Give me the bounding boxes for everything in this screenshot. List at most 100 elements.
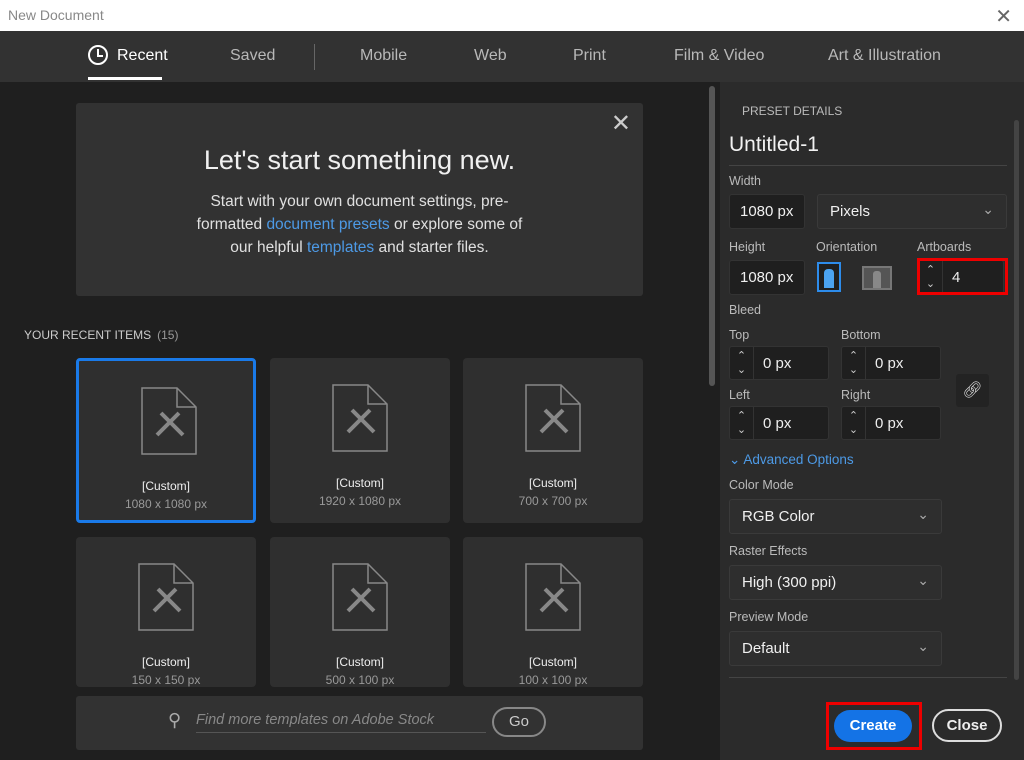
recent-item-card[interactable]: [Custom] 500 x 100 px [270, 537, 450, 687]
banner-title: Let's start something new. [203, 145, 516, 175]
recent-item-card[interactable]: [Custom] 1920 x 1080 px [270, 358, 450, 523]
units-value: Pixels [830, 203, 871, 220]
text: and starter files. [374, 239, 489, 256]
bleed-label: Bleed [729, 303, 761, 317]
chevron-down-icon: ⌄ [917, 506, 929, 522]
tab-print[interactable]: Print [573, 47, 606, 65]
preview-mode-dropdown[interactable]: Default ⌄ [729, 631, 942, 666]
banner-text: Start with your own document settings, p… [190, 190, 530, 259]
bleed-left-stepper[interactable]: ⌃ ⌄ 0 px [729, 406, 829, 440]
banner-close-button[interactable]: ✕ [611, 109, 631, 138]
item-size: 100 x 100 px [518, 673, 588, 687]
preset-details-panel: PRESET DETAILS Untitled-1 Width 1080 px … [720, 82, 1024, 760]
category-tabs: Recent Saved Mobile Web Print Film & Vid… [0, 31, 1024, 82]
recent-item-card[interactable]: [Custom] 150 x 150 px [76, 537, 256, 687]
item-name: [Custom] [528, 476, 577, 490]
item-size: 500 x 100 px [325, 673, 395, 687]
portrait-orientation-button[interactable] [817, 262, 841, 292]
color-mode-value: RGB Color [742, 508, 815, 525]
recent-item-card[interactable]: [Custom] 100 x 100 px [463, 537, 643, 687]
item-size: 1920 x 1080 px [318, 494, 402, 508]
bleed-top-stepper[interactable]: ⌃ ⌄ 0 px [729, 346, 829, 380]
link-bleed-button[interactable]: 🔗︎ [956, 374, 989, 407]
tab-divider [314, 44, 315, 70]
search-icon: ⚲ [168, 710, 182, 730]
left-label: Left [729, 388, 750, 402]
top-label: Top [729, 328, 750, 342]
tab-web[interactable]: Web [474, 47, 507, 65]
templates-link[interactable]: templates [307, 239, 374, 256]
bleed-top-value[interactable]: 0 px [763, 355, 791, 372]
item-size: 1080 x 1080 px [124, 497, 208, 511]
raster-effects-dropdown[interactable]: High (300 ppi) ⌄ [729, 565, 942, 600]
recent-item-card[interactable]: [Custom] 1080 x 1080 px [76, 358, 256, 523]
title-bar: New Document [0, 0, 1024, 31]
create-highlight [826, 702, 922, 750]
preview-mode-value: Default [742, 640, 790, 657]
document-icon [332, 384, 388, 452]
document-presets-link[interactable]: document presets [266, 216, 389, 233]
item-name: [Custom] [335, 655, 384, 669]
item-name: [Custom] [528, 655, 577, 669]
raster-effects-value: High (300 ppi) [742, 574, 837, 591]
bleed-right-stepper[interactable]: ⌃ ⌄ 0 px [841, 406, 941, 440]
bleed-left-value[interactable]: 0 px [763, 415, 791, 432]
item-name: [Custom] [141, 479, 190, 493]
stepper-arrows[interactable]: ⌃ ⌄ [842, 347, 866, 379]
welcome-banner: ✕ Let's start something new. Start with … [76, 103, 643, 296]
stepper-arrows[interactable]: ⌃ ⌄ [730, 407, 754, 439]
orientation-label: Orientation [816, 240, 878, 254]
right-label: Right [841, 388, 871, 402]
height-input[interactable]: 1080 px [729, 260, 805, 295]
bleed-right-value[interactable]: 0 px [875, 415, 903, 432]
artboards-label: Artboards [917, 240, 972, 254]
recent-items-heading: YOUR RECENT ITEMS (15) [24, 328, 178, 342]
bleed-bottom-stepper[interactable]: ⌃ ⌄ 0 px [841, 346, 941, 380]
item-name: [Custom] [141, 655, 190, 669]
link-icon: 🔗︎ [962, 382, 983, 399]
document-name-input[interactable]: Untitled-1 [729, 133, 1007, 166]
chevron-down-icon: ⌄ [917, 572, 929, 588]
units-dropdown[interactable]: Pixels ⌄ [817, 194, 1007, 229]
tab-mobile[interactable]: Mobile [360, 47, 407, 65]
label: YOUR RECENT ITEMS [24, 328, 152, 342]
preset-details-heading: PRESET DETAILS [742, 104, 843, 118]
tab-art-illustration[interactable]: Art & Illustration [828, 47, 941, 65]
preview-mode-label: Preview Mode [729, 610, 809, 624]
tab-saved[interactable]: Saved [230, 47, 275, 65]
close-button[interactable]: Close [932, 709, 1002, 742]
document-icon [525, 563, 581, 631]
clock-icon [88, 45, 108, 65]
document-icon [138, 563, 194, 631]
stepper-arrows[interactable]: ⌃ ⌄ [730, 347, 754, 379]
tab-recent[interactable]: Recent [117, 47, 168, 65]
advanced-options-toggle[interactable]: ⌄ Advanced Options [729, 452, 854, 468]
recent-count: (15) [157, 328, 179, 342]
landscape-orientation-button[interactable] [862, 266, 892, 290]
stock-search-bar: ⚲ Find more templates on Adobe Stock Go [76, 696, 643, 750]
tab-film-video[interactable]: Film & Video [674, 47, 764, 65]
divider [729, 677, 1007, 678]
landscape-icon [873, 271, 881, 288]
active-tab-indicator [88, 77, 162, 80]
document-icon [525, 384, 581, 452]
stepper-arrows[interactable]: ⌃ ⌄ [842, 407, 866, 439]
window-title: New Document [8, 7, 104, 23]
stock-search-input[interactable]: Find more templates on Adobe Stock [196, 712, 486, 733]
artboards-highlight [917, 258, 1008, 295]
window-close-button[interactable]: ✕ [995, 4, 1012, 29]
advanced-options-label: Advanced Options [743, 452, 854, 467]
item-size: 150 x 150 px [131, 673, 201, 687]
panel-scrollbar[interactable] [1014, 120, 1019, 680]
bottom-label: Bottom [841, 328, 881, 342]
color-mode-label: Color Mode [729, 478, 794, 492]
width-input[interactable]: 1080 px [729, 194, 805, 229]
color-mode-dropdown[interactable]: RGB Color ⌄ [729, 499, 942, 534]
chevron-down-icon: ⌄ [917, 638, 929, 654]
width-label: Width [729, 174, 761, 188]
bleed-bottom-value[interactable]: 0 px [875, 355, 903, 372]
height-label: Height [729, 240, 766, 254]
recent-item-card[interactable]: [Custom] 700 x 700 px [463, 358, 643, 523]
go-button[interactable]: Go [492, 707, 546, 737]
scrollbar[interactable] [709, 86, 715, 386]
